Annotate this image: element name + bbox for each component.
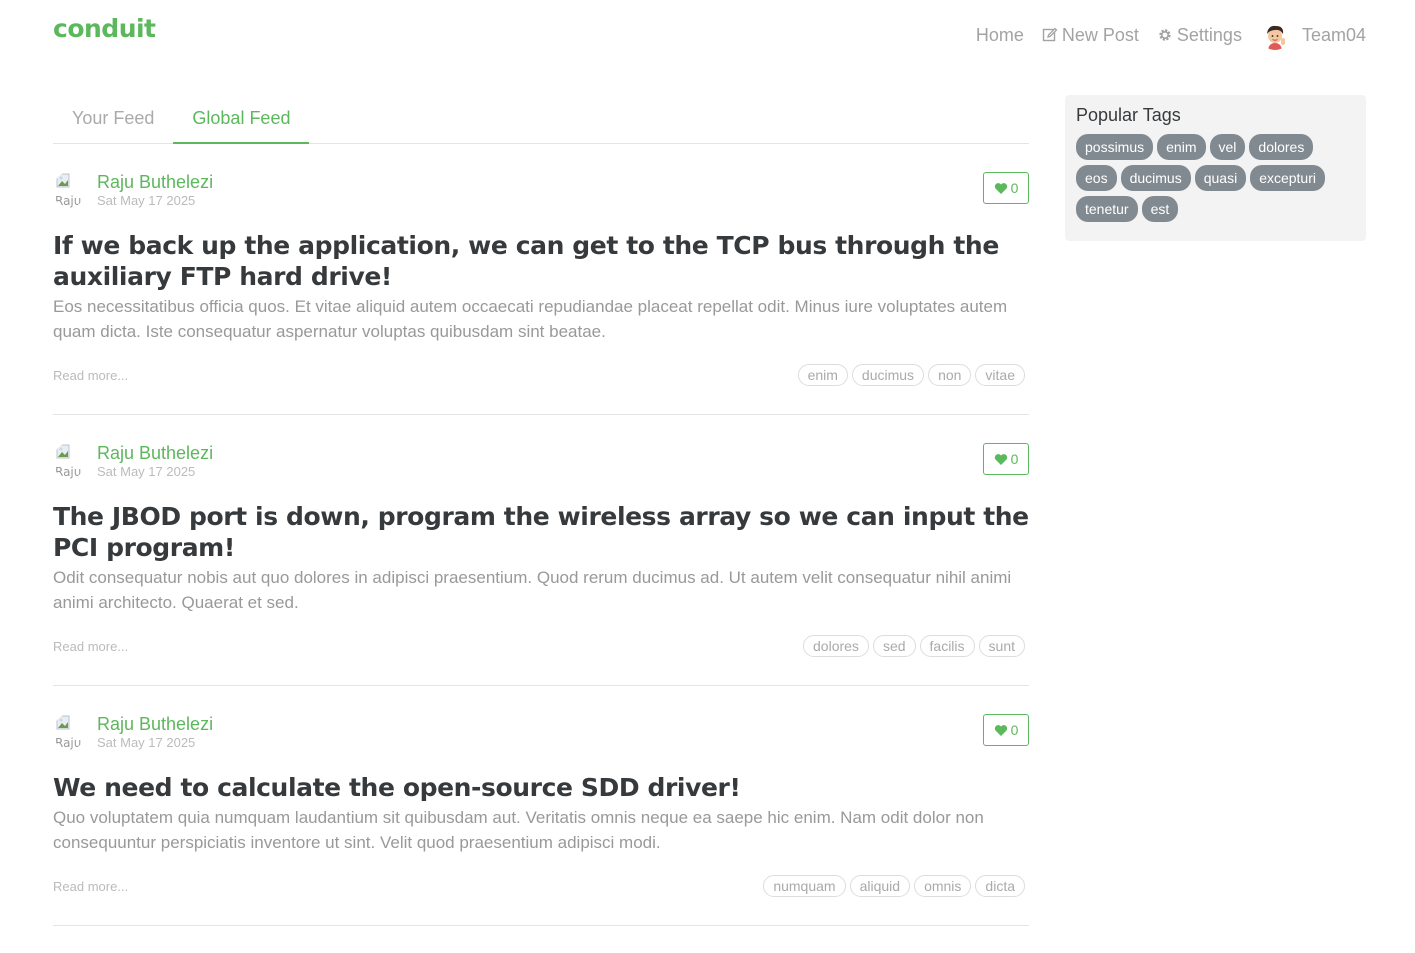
- article-title[interactable]: If we back up the application, we can ge…: [53, 230, 1029, 292]
- tag-pill[interactable]: tenetur: [1076, 196, 1138, 222]
- tag-pill[interactable]: dolores: [1249, 134, 1314, 160]
- article-meta: Raju Raju Buthelezi Sat May 17 2025: [53, 686, 1029, 750]
- author-name[interactable]: Raju Buthelezi: [97, 172, 213, 192]
- nav-new-post-label: New Post: [1061, 24, 1139, 45]
- article-tag: facilis: [919, 635, 975, 657]
- brand-logo[interactable]: conduit: [53, 14, 156, 43]
- tag-pill[interactable]: possimus: [1076, 134, 1154, 160]
- article-description: Eos necessitatibus officia quos. Et vita…: [53, 297, 1008, 341]
- nav-settings-label: Settings: [1176, 24, 1242, 45]
- heart-icon: [994, 182, 1007, 194]
- nav-profile-username: Team04: [1301, 24, 1366, 45]
- nav-profile[interactable]: Team04: [1260, 20, 1366, 50]
- popular-tags-title: Popular Tags: [1076, 105, 1181, 125]
- article-footer: Read more... enim ducimus non vitae: [53, 364, 1029, 414]
- tag-pill[interactable]: vel: [1209, 134, 1246, 160]
- article-tag: non: [928, 364, 972, 386]
- heart-icon: [994, 453, 1007, 465]
- feed-tabs: Your Feed Global Feed: [53, 96, 1029, 144]
- article-tag-list: enim ducimus non vitae: [797, 364, 1025, 386]
- article-tag-list: dolores sed facilis sunt: [803, 635, 1025, 657]
- navbar: conduit Home New Post Settings Team04: [0, 0, 1415, 64]
- article-tag: vitae: [975, 364, 1025, 386]
- favorite-count: 0: [1010, 451, 1019, 467]
- article-footer: Read more... dolores sed facilis sunt: [53, 635, 1029, 685]
- popular-tags-sidebar: Popular Tags possimus enim vel dolores e…: [1065, 95, 1366, 241]
- author-avatar[interactable]: Raju: [53, 443, 85, 479]
- article-footer: Read more... numquam aliquid omnis dicta: [53, 875, 1029, 925]
- article-meta: Raju Raju Buthelezi Sat May 17 2025: [53, 144, 1029, 208]
- article-tag: sunt: [978, 635, 1025, 657]
- author-info: Raju Buthelezi Sat May 17 2025: [97, 714, 213, 752]
- nav-settings[interactable]: Settings: [1157, 25, 1242, 46]
- tag-pill[interactable]: excepturi: [1250, 165, 1325, 191]
- article-description: Quo voluptatem quia numquam laudantium s…: [53, 808, 984, 852]
- author-avatar[interactable]: Raju: [53, 714, 85, 750]
- gear-icon: [1159, 29, 1171, 41]
- author-avatar-alt: Raju: [55, 465, 82, 479]
- tag-pill[interactable]: quasi: [1194, 165, 1247, 191]
- read-more-link[interactable]: Read more...: [53, 879, 128, 894]
- article-meta: Raju Raju Buthelezi Sat May 17 2025: [53, 415, 1029, 479]
- article-tag-list: numquam aliquid omnis dicta: [763, 875, 1025, 897]
- edit-icon: [1042, 27, 1058, 42]
- author-info: Raju Buthelezi Sat May 17 2025: [97, 443, 213, 481]
- article-date: Sat May 17 2025: [97, 735, 196, 750]
- nav-new-post[interactable]: New Post: [1042, 25, 1139, 46]
- author-name[interactable]: Raju Buthelezi: [97, 443, 213, 463]
- author-avatar-alt: Raju: [55, 736, 82, 750]
- favorite-count: 0: [1010, 722, 1019, 738]
- article-date: Sat May 17 2025: [97, 464, 196, 479]
- tag-pill[interactable]: eos: [1076, 165, 1117, 191]
- article-tag: sed: [872, 635, 916, 657]
- author-avatar[interactable]: Raju: [53, 172, 85, 208]
- favorite-button[interactable]: 0: [983, 714, 1029, 746]
- tag-pill[interactable]: enim: [1157, 134, 1206, 160]
- nav-home-label: Home: [975, 24, 1024, 45]
- author-avatar-alt: Raju: [55, 194, 82, 208]
- article-preview: Raju Raju Buthelezi Sat May 17 2025 0 If…: [53, 144, 1029, 415]
- author-name[interactable]: Raju Buthelezi: [97, 714, 213, 734]
- article-description: Odit consequatur nobis aut quo dolores i…: [53, 568, 1012, 612]
- article-tag: dicta: [975, 875, 1025, 897]
- article-tag: dolores: [803, 635, 869, 657]
- feed: Your Feed Global Feed Raju Raju Buthelez…: [53, 96, 1029, 926]
- tag-pill[interactable]: ducimus: [1120, 165, 1191, 191]
- article-tag: omnis: [914, 875, 972, 897]
- favorite-button[interactable]: 0: [983, 172, 1029, 204]
- nav-links: Home New Post Settings Team04: [976, 20, 1366, 50]
- favorite-count: 0: [1010, 180, 1019, 196]
- user-avatar: [1266, 25, 1285, 50]
- tag-cloud: possimus enim vel dolores eos ducimus qu…: [1076, 134, 1355, 222]
- article-tag: numquam: [763, 875, 846, 897]
- read-more-link[interactable]: Read more...: [53, 368, 128, 383]
- nav-home[interactable]: Home: [976, 25, 1024, 46]
- tab-global-feed[interactable]: Global Feed: [173, 96, 310, 144]
- article-title[interactable]: We need to calculate the open-source SDD…: [53, 772, 1029, 803]
- tab-your-feed[interactable]: Your Feed: [53, 96, 173, 144]
- article-preview: Raju Raju Buthelezi Sat May 17 2025 0 We…: [53, 686, 1029, 926]
- article-tag: ducimus: [851, 364, 925, 386]
- article-title[interactable]: The JBOD port is down, program the wirel…: [53, 501, 1029, 563]
- article-preview: Raju Raju Buthelezi Sat May 17 2025 0 Th…: [53, 415, 1029, 686]
- author-info: Raju Buthelezi Sat May 17 2025: [97, 172, 213, 210]
- article-tag: enim: [797, 364, 848, 386]
- article-date: Sat May 17 2025: [97, 193, 196, 208]
- tag-pill[interactable]: est: [1141, 196, 1179, 222]
- heart-icon: [994, 724, 1007, 736]
- read-more-link[interactable]: Read more...: [53, 639, 128, 654]
- favorite-button[interactable]: 0: [983, 443, 1029, 475]
- article-tag: aliquid: [849, 875, 911, 897]
